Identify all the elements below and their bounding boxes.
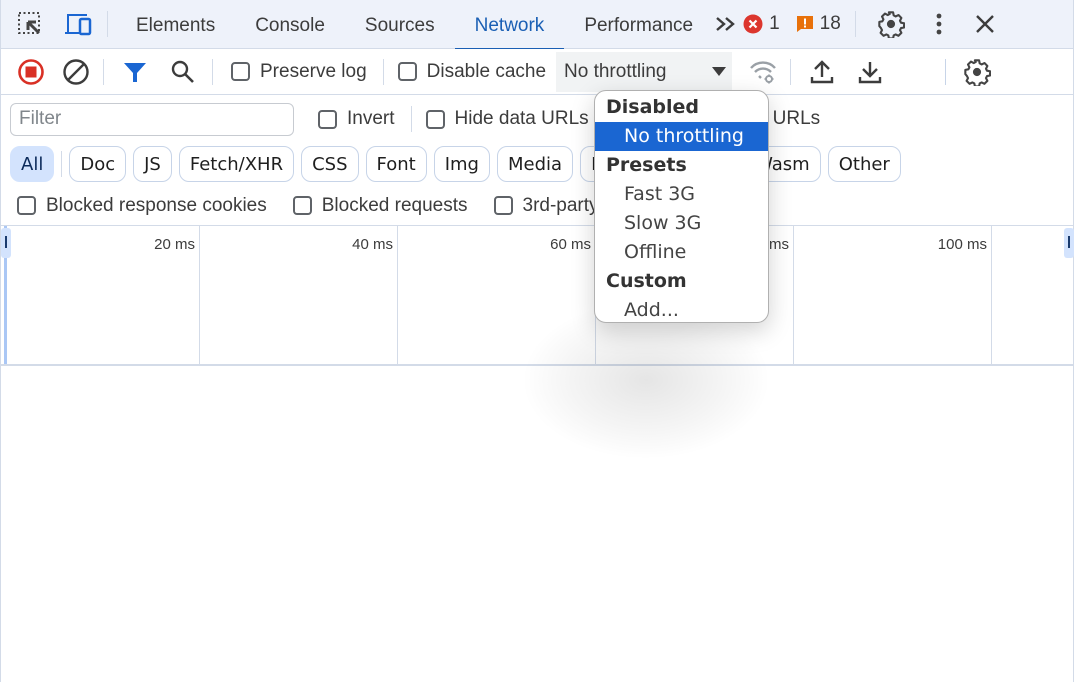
close-devtools-close-icon[interactable]: [968, 7, 1002, 41]
more-options-kebab-icon[interactable]: [922, 7, 956, 41]
devtools-tab-bar: Elements Console Sources Network Perform…: [1, 0, 1073, 50]
group-custom: Custom: [606, 270, 687, 292]
chip-other[interactable]: Other: [827, 146, 901, 182]
divider: [107, 11, 108, 37]
export-har-download-icon[interactable]: [853, 55, 887, 89]
checkbox-box[interactable]: [425, 109, 445, 129]
divider: [61, 151, 63, 177]
disable-cache-label: Disable cache: [426, 60, 547, 82]
tab-performance[interactable]: Performance: [564, 0, 713, 49]
chip-media[interactable]: Media: [497, 146, 574, 182]
tick-label: 100 ms: [937, 236, 987, 253]
chip-css[interactable]: CSS: [301, 146, 359, 182]
checkbox-box[interactable]: [17, 196, 36, 215]
tab-network[interactable]: Network: [454, 0, 565, 50]
throttling-dropdown-menu: Disabled No throttling Presets Fast 3G S…: [594, 90, 769, 323]
request-list-empty: [1, 367, 1073, 682]
device-toolbar-icon[interactable]: [61, 7, 95, 41]
invert-label: Invert: [347, 108, 395, 129]
option-no-throttling[interactable]: No throttling: [595, 122, 768, 151]
checkbox-box[interactable]: [397, 62, 417, 81]
resource-type-filters: All Doc JS Fetch/XHR CSS Font Img Media …: [1, 144, 1073, 184]
divider: [212, 58, 213, 85]
blocked-requests-label: Blocked requests: [321, 194, 468, 216]
preserve-log-label: Preserve log: [260, 60, 367, 82]
divider: [382, 58, 384, 85]
timeline-left-handle[interactable]: [1, 228, 11, 258]
network-toolbar: Preserve log Disable cache No throttling: [1, 49, 1073, 95]
gridline: [397, 226, 398, 364]
chip-fetch-xhr[interactable]: Fetch/XHR: [178, 146, 295, 182]
devtools-window: Elements Console Sources Network Perform…: [0, 0, 1074, 682]
hide-data-urls-label: Hide data URLs: [454, 108, 589, 129]
network-settings-gear-icon[interactable]: [960, 55, 994, 89]
settings-gear-icon[interactable]: [874, 7, 908, 41]
divider: [854, 11, 856, 37]
chip-js[interactable]: JS: [133, 146, 172, 182]
stop-recording-icon[interactable]: [14, 55, 48, 89]
filter-icon[interactable]: [118, 55, 152, 89]
hide-data-urls-checkbox[interactable]: Hide data URLs: [425, 108, 589, 130]
error-count-badge[interactable]: 1: [743, 13, 780, 35]
clear-log-icon[interactable]: [59, 55, 93, 89]
more-tabs-chevron-double-right-icon[interactable]: [713, 7, 739, 41]
group-disabled: Disabled: [606, 96, 700, 118]
timeline-overview[interactable]: 20 ms 40 ms 60 ms 80 ms 100 ms: [1, 226, 1074, 366]
divider: [790, 58, 792, 85]
checkbox-box[interactable]: [231, 62, 250, 81]
divider: [103, 58, 104, 85]
chip-doc[interactable]: Doc: [69, 146, 127, 182]
tab-elements[interactable]: Elements: [116, 0, 235, 49]
blocked-response-cookies-checkbox[interactable]: Blocked response cookies: [17, 195, 267, 217]
chip-img[interactable]: Img: [433, 146, 490, 182]
throttling-select[interactable]: No throttling: [556, 51, 733, 92]
chip-font[interactable]: Font: [365, 146, 427, 182]
blocked-requests-checkbox[interactable]: Blocked requests: [292, 194, 468, 217]
tick-label: 40 ms: [352, 236, 393, 253]
warning-count: 18: [819, 13, 841, 34]
option-fast-3g[interactable]: Fast 3G: [595, 180, 768, 209]
blocked-filters-row: Blocked response cookies Blocked request…: [1, 186, 1073, 226]
tab-console[interactable]: Console: [235, 0, 345, 49]
gridline: [199, 226, 200, 364]
dropdown-triangle-icon: [712, 66, 727, 76]
checkbox-box[interactable]: [292, 196, 312, 215]
preserve-log-checkbox[interactable]: Preserve log: [231, 61, 367, 83]
option-add-custom[interactable]: Add...: [595, 296, 768, 322]
filter-row: Invert Hide data URLs Hide extension URL…: [1, 96, 1073, 142]
warning-count-badge[interactable]: 18: [796, 13, 841, 35]
tick-label: 20 ms: [154, 236, 195, 253]
gridline: [991, 226, 992, 364]
invert-checkbox[interactable]: Invert: [318, 108, 395, 130]
import-har-upload-icon[interactable]: [805, 55, 839, 89]
disable-cache-checkbox[interactable]: Disable cache: [397, 60, 547, 83]
option-slow-3g[interactable]: Slow 3G: [595, 209, 768, 238]
tab-sources[interactable]: Sources: [345, 0, 455, 49]
search-icon[interactable]: [166, 55, 200, 89]
checkbox-box[interactable]: [318, 109, 337, 129]
option-offline[interactable]: Offline: [595, 238, 768, 267]
divider: [410, 106, 412, 132]
divider: [945, 58, 947, 85]
tick-label: 60 ms: [550, 236, 591, 253]
inspect-element-icon[interactable]: [13, 7, 47, 41]
warning-flag-icon: [796, 16, 813, 32]
throttling-selected-value: No throttling: [564, 60, 667, 82]
gridline: [793, 226, 794, 364]
blocked-response-cookies-label: Blocked response cookies: [46, 194, 267, 216]
group-presets: Presets: [606, 154, 687, 176]
filter-input[interactable]: [10, 102, 294, 136]
error-circle-icon: [743, 14, 763, 34]
network-conditions-wifi-gear-icon[interactable]: [746, 55, 780, 89]
checkbox-box[interactable]: [493, 196, 513, 215]
error-count: 1: [769, 13, 780, 34]
chip-all[interactable]: All: [10, 146, 55, 182]
timeline-right-handle[interactable]: [1064, 228, 1074, 258]
